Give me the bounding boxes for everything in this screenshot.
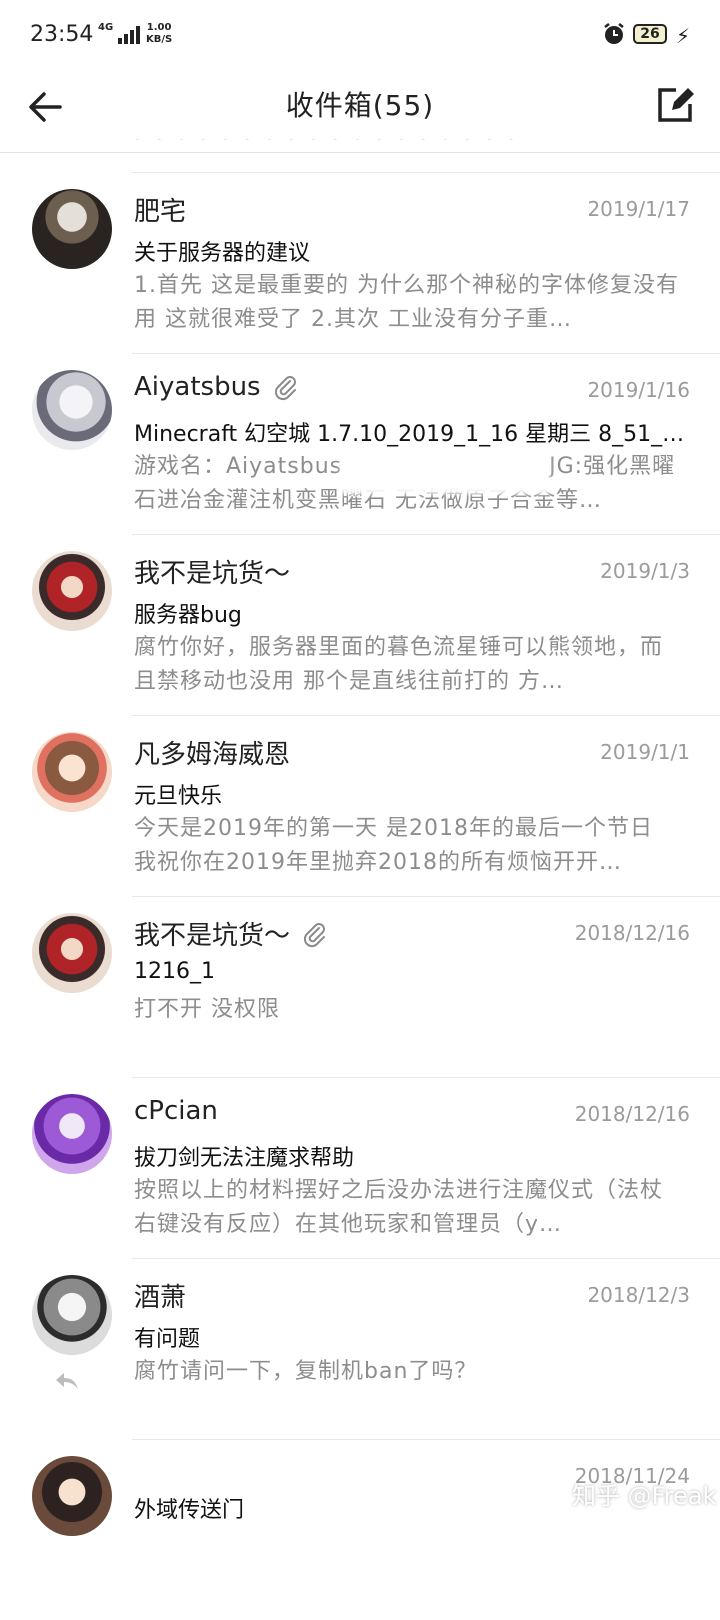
paperclip-icon [274, 376, 296, 401]
avatar[interactable] [32, 1456, 112, 1536]
sender-text: 我不是坑货～ [134, 921, 291, 951]
status-bar: 23:54 4G 1.00 KB/S 26 ⚡ [0, 0, 720, 70]
message-subject: Minecraft 幻空城 1.7.10_2019_1_16 星期三 8_51_… [134, 422, 685, 447]
avatar[interactable] [32, 551, 112, 631]
message-preview: 腐竹你好，服务器里面的暮色流星锤可以熊领地，而且禁移动也没用 那个是直线往前打的… [134, 635, 664, 694]
message-list: 肥宅 2019/1/17 关于服务器的建议 1.首先 这是最重要的 为什么那个神… [0, 172, 720, 1620]
avatar[interactable] [32, 370, 112, 450]
message-date: 2019/1/1 [600, 740, 690, 764]
message-subject: 有问题 [134, 1327, 201, 1352]
message-preview: 按照以上的材料摆好之后没办法进行注魔仪式（法杖右键没有反应）在其他玩家和管理员（… [134, 1178, 664, 1237]
sender-text: 我不是坑货～ [134, 559, 291, 589]
redacted-area [340, 450, 550, 494]
message-subject: 服务器bug [134, 603, 242, 628]
compose-edit-icon[interactable] [652, 82, 698, 128]
reply-icon [56, 1373, 78, 1389]
signal-icon [118, 26, 140, 44]
message-item[interactable]: Aiyatsbus 2019/1/16 Minecraft 幻空城 1.7.10… [32, 353, 720, 534]
message-item[interactable]: 酒萧 2018/12/3 有问题 腐竹请问一下，复制机ban了吗？ [32, 1258, 720, 1439]
sender-name: Aiyatsbus [134, 372, 299, 402]
message-date: 2019/1/3 [600, 559, 690, 583]
message-item[interactable]: 肥宅 2019/1/17 关于服务器的建议 1.首先 这是最重要的 为什么那个神… [32, 172, 720, 353]
message-preview: 今天是2019年的第一天 是2018年的最后一个节日 我祝你在2019年里抛弃2… [134, 816, 653, 875]
alarm-icon [604, 23, 624, 44]
avatar[interactable] [32, 732, 112, 812]
message-item[interactable]: 2018/11/24 外域传送门 [32, 1439, 720, 1620]
avatar[interactable] [32, 913, 112, 993]
message-preview: 打不开 没权限 [134, 997, 280, 1022]
sender-name: cPcian [134, 1096, 218, 1126]
paperclip-icon [303, 922, 326, 947]
battery-indicator: 26 [633, 24, 667, 44]
watermark: 知乎 @Freak [572, 1482, 717, 1510]
message-subject: 元旦快乐 [134, 784, 223, 809]
speed-value: 1.00 [146, 22, 172, 33]
sender-name: 凡多姆海威恩 [134, 734, 290, 771]
sender-text: 肥宅 [134, 197, 187, 227]
message-item[interactable]: 我不是坑货～ 2019/1/3 服务器bug 腐竹你好，服务器里面的暮色流星锤可… [32, 534, 720, 715]
message-date: 2019/1/17 [587, 197, 690, 221]
network-type: 4G [98, 22, 114, 33]
sender-name: 酒萧 [134, 1277, 186, 1314]
message-date: 2018/12/16 [574, 1102, 690, 1126]
message-preview: 腐竹请问一下，复制机ban了吗？ [134, 1359, 478, 1384]
message-preview: 1.首先 这是最重要的 为什么那个神秘的字体修复没有用 这就很难受了 2.其次 … [134, 273, 679, 332]
sender-name: 我不是坑货～ [134, 553, 290, 590]
sender-text: 凡多姆海威恩 [134, 740, 291, 770]
message-item[interactable]: cPcian 2018/12/16 拔刀剑无法注魔求帮助 按照以上的材料摆好之后… [32, 1077, 720, 1258]
status-time: 23:54 [30, 22, 94, 47]
charging-bolt-icon: ⚡ [676, 24, 691, 48]
message-subject: 1216_1 [134, 959, 215, 984]
speed-unit: KB/S [146, 34, 173, 45]
message-date: 2019/1/16 [587, 378, 690, 402]
sender-text: Aiyatsbus [134, 372, 261, 402]
sender-text: 酒萧 [134, 1283, 187, 1313]
message-subject: 关于服务器的建议 [134, 241, 311, 266]
avatar[interactable] [32, 189, 112, 269]
sender-text: cPcian [134, 1096, 218, 1126]
partially-visible-row: · · · · · · · · · · · · · · · · · · [134, 139, 634, 153]
avatar[interactable] [32, 1275, 112, 1355]
page-title: 收件箱(55) [285, 89, 435, 122]
message-date: 2018/12/3 [587, 1283, 690, 1307]
sender-name: 肥宅 [134, 191, 186, 228]
network-speed: 1.00 KB/S [146, 22, 172, 46]
cut-row-text: · · · · · · · · · · · · · · · · · · [134, 139, 519, 152]
message-subject: 拔刀剑无法注魔求帮助 [134, 1146, 355, 1171]
message-date: 2018/12/16 [574, 921, 690, 945]
message-item[interactable]: 凡多姆海威恩 2019/1/1 元旦快乐 今天是2019年的第一天 是2018年… [32, 715, 720, 896]
avatar[interactable] [32, 1094, 112, 1174]
message-item[interactable]: 我不是坑货～ 2018/12/16 1216_1 打不开 没权限 [32, 896, 720, 1077]
sender-name: 我不是坑货～ [134, 915, 328, 952]
